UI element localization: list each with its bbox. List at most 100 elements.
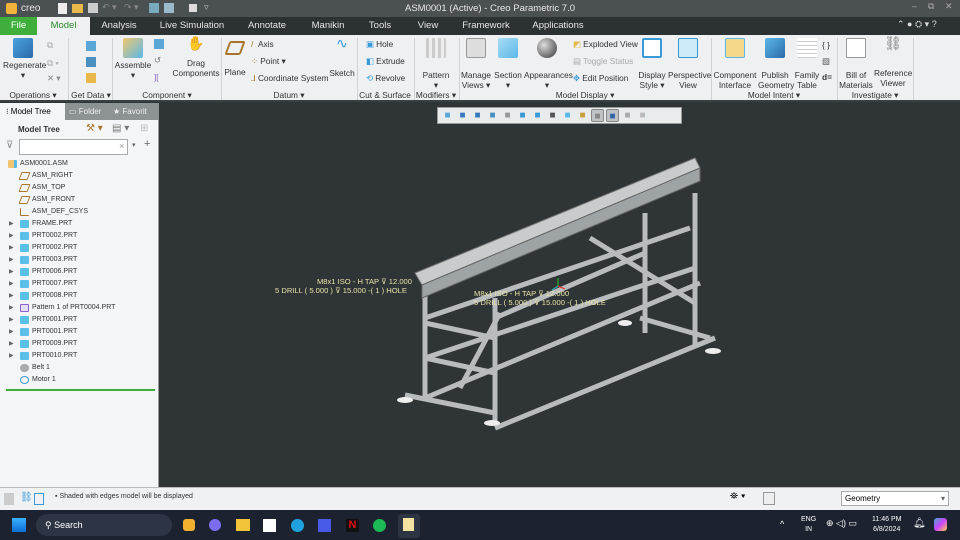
copy-geometry-icon[interactable] [86,57,96,67]
saved-orientations-icon[interactable]: ■ [516,109,529,122]
bill-of-materials-button[interactable]: Bill of Materials [839,38,873,90]
filter-icon[interactable]: ⊽ [6,140,13,151]
exploded-view-button[interactable]: ◩ Exploded View [573,39,638,49]
hole-button[interactable]: ▣ Hole [366,39,393,49]
taskbar-search[interactable]: ⚲ Search [36,514,172,536]
tree-item[interactable]: Belt 1 [0,362,155,374]
regenerate-quick-icon[interactable] [149,3,159,13]
close-icon[interactable]: ✕ [945,1,953,12]
paste-icon[interactable]: ⧉ ▾ [47,58,59,68]
tab-folder[interactable]: ▭ Folder [65,103,109,120]
tree-search-input[interactable] [19,139,128,155]
point-button[interactable]: ⁘ Point ▾ [251,56,286,66]
datum-display-icon[interactable]: ■ [561,109,574,122]
family-table-button[interactable]: Family Table [794,38,820,90]
pattern-button[interactable]: Pattern ▾ [418,38,454,90]
tree-item[interactable]: ▶ PRT0002.PRT [0,242,155,254]
expand-arrow-icon[interactable]: ▶ [9,314,14,326]
repaint-icon[interactable]: ■ [486,109,499,122]
tree-item[interactable]: ASM0001.ASM [0,158,155,170]
publish-geometry-button[interactable]: Publish Geometry [758,38,794,90]
edge-icon[interactable] [291,519,304,532]
view-manager-icon[interactable]: ■ [501,109,514,122]
spin-center-icon[interactable]: ■ [591,109,604,122]
tree-item[interactable]: ASM_RIGHT [0,170,155,182]
display-style-button[interactable]: Display Style ▾ [637,38,667,90]
parameters-icon[interactable]: ▧ [822,56,830,66]
tree-item[interactable]: ▶ PRT0001.PRT [0,326,155,338]
tab-manikin[interactable]: Manikin [307,17,349,35]
assemble-button[interactable]: Assemble ▾ [114,38,152,80]
show-icon[interactable]: ▤ ▾ [112,123,129,134]
expand-arrow-icon[interactable]: ▶ [9,242,14,254]
tree-item[interactable]: ▶ PRT0002.PRT [0,230,155,242]
search-dropdown-icon[interactable]: ▾ [132,141,136,149]
clear-search-icon[interactable]: × [119,141,124,151]
section-button[interactable]: Section ▾ [493,38,523,90]
tree-item[interactable]: ▶ PRT0003.PRT [0,254,155,266]
group-operations[interactable]: Operations ▾ [0,90,66,100]
expand-arrow-icon[interactable]: ▶ [9,218,14,230]
repeat-icon[interactable]: ↺ [154,55,161,65]
create-component-icon[interactable] [154,39,164,49]
tree-item[interactable]: ▶ PRT0009.PRT [0,338,155,350]
netflix-icon[interactable]: N [346,519,359,532]
expand-arrow-icon[interactable]: ▶ [9,350,14,362]
close-window-icon[interactable] [189,4,197,12]
fullscreen-icon[interactable] [34,493,44,505]
hide-icon[interactable]: ■ [636,109,649,122]
new-file-icon[interactable] [58,3,67,14]
expand-arrow-icon[interactable]: ▶ [9,338,14,350]
view-normal-icon[interactable]: ■ [546,109,559,122]
hole-annotation-2-line2[interactable]: 5 DRILL ( 5.000 ) ⊽ 15.000 -( 1 ) HOLE [474,298,606,307]
group-model-intent[interactable]: Model Intent ▾ [712,90,836,100]
clock[interactable]: 11:46 PM 6/8/2024 [872,515,901,535]
tree-item[interactable]: ▶ FRAME.PRT [0,218,155,230]
tab-tools[interactable]: Tools [365,17,395,35]
copy-icon[interactable]: ⧉ [47,40,53,50]
notification-icon[interactable]: 🔔︎ [913,518,926,529]
expand-arrow-icon[interactable]: ▶ [9,326,14,338]
appearances-button[interactable]: Appearances ▾ [524,38,573,90]
group-model-display[interactable]: Model Display ▾ [460,90,710,100]
tab-analysis[interactable]: Analysis [96,17,142,35]
zoom-out-icon[interactable]: ■ [471,109,484,122]
teams-icon[interactable] [209,519,221,531]
tree-item[interactable]: ASM_DEF_CSYS [0,206,155,218]
switch-dimensions-icon[interactable]: d= [822,72,832,82]
snapshot-icon[interactable]: ■ [606,109,619,122]
app-icon[interactable] [318,519,331,532]
add-filter-icon[interactable]: + [144,138,150,150]
perspective-view-button[interactable]: Perspective View [668,38,711,90]
tree-item[interactable]: ▶ PRT0008.PRT [0,290,155,302]
widgets-icon[interactable] [183,519,195,531]
group-component[interactable]: Component ▾ [114,90,220,100]
user-defined-feature-icon[interactable] [86,41,96,51]
plane-button[interactable]: Plane [224,38,246,77]
collapse-ribbon-icon[interactable]: ⌃ ● ⛭ ▾ ? [897,19,937,30]
tree-item[interactable]: ▶ PRT0007.PRT [0,278,155,290]
tab-framework[interactable]: Framework [460,17,512,35]
tab-live-simulation[interactable]: Live Simulation [157,17,227,35]
tree-item[interactable]: ▶ PRT0010.PRT [0,350,155,362]
shrinkwrap-icon[interactable] [86,73,96,83]
browser-icon[interactable]: ⛓ [20,492,33,503]
selected-items-icon[interactable] [763,492,775,505]
expand-arrow-icon[interactable]: ▶ [9,254,14,266]
tree-item[interactable]: ASM_TOP [0,182,155,194]
customize-icon[interactable]: ▿ [204,2,209,13]
expand-arrow-icon[interactable]: ▶ [9,290,14,302]
file-explorer-icon[interactable] [236,519,250,531]
toggle-tree-icon[interactable] [4,493,14,505]
manage-views-button[interactable]: Manage Views ▾ [461,38,491,90]
extrude-button[interactable]: ◧ Extrude [366,56,405,66]
coordinate-system-button[interactable]: ⅃ Coordinate System [251,73,329,83]
tree-item[interactable]: ASM_FRONT [0,194,155,206]
tab-model-tree[interactable]: ⁝ Model Tree [0,103,65,120]
reference-viewer-button[interactable]: ⛓ Reference Viewer [874,36,912,88]
tab-applications[interactable]: Applications [530,17,586,35]
windows-icon[interactable] [164,3,174,13]
show-hidden-icons[interactable]: ^ [780,519,784,529]
group-datum[interactable]: Datum ▾ [222,90,356,100]
tree-item[interactable]: ▶ PRT0006.PRT [0,266,155,278]
